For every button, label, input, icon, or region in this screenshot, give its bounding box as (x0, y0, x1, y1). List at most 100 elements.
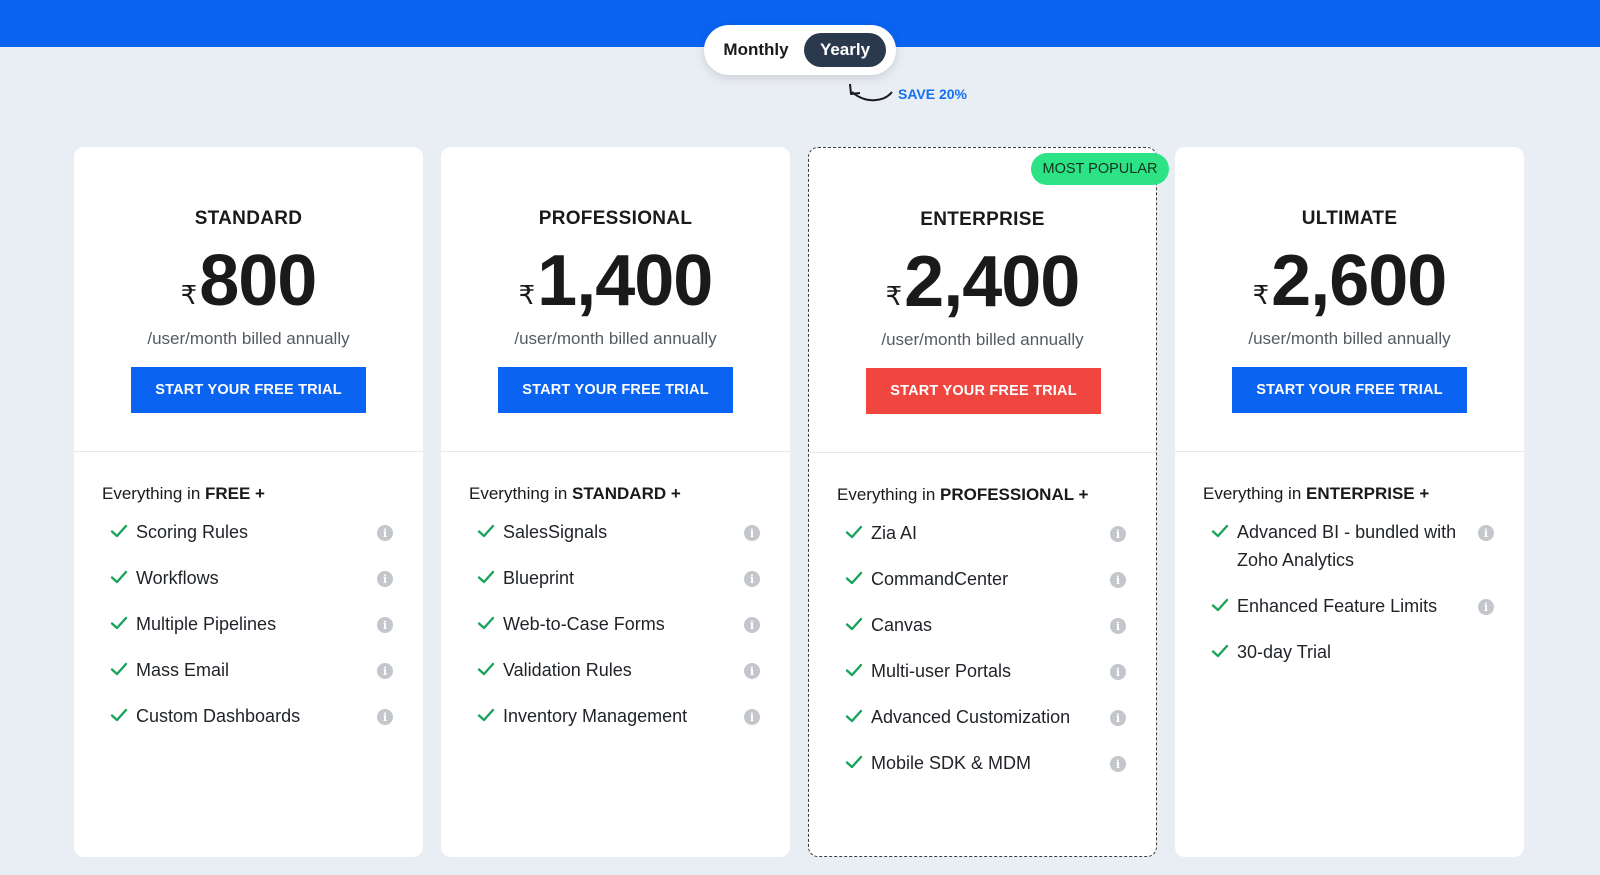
feature-label: Inventory Management (503, 706, 688, 726)
feature-list: Scoring Rules i Workflows i Multiple Pipelin… (102, 518, 395, 730)
feature-intro: Everything in STANDARD + (469, 484, 762, 504)
info-icon[interactable]: i (377, 525, 393, 541)
check-icon (477, 614, 495, 632)
feature-item: Mobile SDK & MDM i (837, 749, 1128, 777)
plan-price: 2,400 (904, 242, 1080, 322)
toggle-yearly[interactable]: Yearly (804, 33, 886, 67)
billing-note: /user/month billed annually (1248, 329, 1451, 348)
feature-item: 30-day Trial (1203, 638, 1496, 666)
feature-intro: Everything in ENTERPRISE + (1203, 484, 1496, 504)
feature-intro-prefix: Everything in (469, 484, 572, 503)
feature-label: Workflows (136, 568, 219, 588)
feature-list: Zia AI i CommandCenter i Canvas i Multi-user P… (837, 519, 1128, 777)
plan-header: STANDARD ₹ 800 /user/month billed annual… (74, 147, 423, 452)
plan-card-ultimate: ULTIMATE ₹ 2,600 /user/month billed annu… (1175, 147, 1524, 857)
plan-name: PROFESSIONAL (538, 208, 693, 229)
billing-note: /user/month billed annually (514, 329, 717, 348)
feature-intro-plan: PROFESSIONAL + (940, 485, 1089, 504)
currency-symbol: ₹ (180, 280, 198, 310)
check-icon (845, 523, 863, 541)
plan-header: ULTIMATE ₹ 2,600 /user/month billed annu… (1175, 147, 1524, 452)
billing-note: /user/month billed annually (147, 329, 350, 348)
info-icon[interactable]: i (744, 709, 760, 725)
feature-label: Multi-user Portals (871, 661, 1012, 681)
price-row: ₹ 2,400 (809, 240, 1156, 324)
start-free-trial-button[interactable]: START YOUR FREE TRIAL (498, 367, 733, 413)
price-row: ₹ 1,400 (441, 239, 790, 323)
plan-name: ENTERPRISE (920, 209, 1045, 230)
info-icon[interactable]: i (1478, 525, 1494, 541)
price-row: ₹ 2,600 (1175, 239, 1524, 323)
check-icon (110, 522, 128, 540)
feature-label: SalesSignals (503, 522, 608, 542)
feature-label: Mass Email (136, 660, 230, 680)
feature-intro-prefix: Everything in (837, 485, 940, 504)
plan-header: PROFESSIONAL ₹ 1,400 /user/month billed … (441, 147, 790, 452)
check-icon (845, 661, 863, 679)
plan-card-enterprise: ENTERPRISE ₹ 2,400 /user/month billed an… (808, 147, 1169, 857)
info-icon[interactable]: i (1110, 710, 1126, 726)
feature-label: Blueprint (503, 568, 575, 588)
info-icon[interactable]: i (744, 525, 760, 541)
feature-section: Everything in PROFESSIONAL + Zia AI i Comm… (809, 453, 1156, 777)
plan-price: 2,600 (1271, 241, 1447, 321)
feature-item: Canvas i (837, 611, 1128, 639)
most-popular-badge: MOST POPULAR (1031, 153, 1169, 185)
check-icon (845, 707, 863, 725)
info-icon[interactable]: i (377, 571, 393, 587)
info-icon[interactable]: i (744, 571, 760, 587)
feature-label: Zia AI (871, 523, 918, 543)
feature-section: Everything in FREE + Scoring Rules i Workf… (74, 452, 423, 730)
check-icon (1211, 596, 1229, 614)
info-icon[interactable]: i (744, 617, 760, 633)
check-icon (477, 660, 495, 678)
start-free-trial-button[interactable]: START YOUR FREE TRIAL (1232, 367, 1467, 413)
feature-intro-prefix: Everything in (102, 484, 205, 503)
plan-name: ULTIMATE (1301, 208, 1398, 229)
feature-intro-plan: FREE + (205, 484, 265, 503)
info-icon[interactable]: i (1110, 572, 1126, 588)
plan-header: ENTERPRISE ₹ 2,400 /user/month billed an… (809, 148, 1156, 453)
plan-card-standard: STANDARD ₹ 800 /user/month billed annual… (74, 147, 423, 857)
feature-item: Enhanced Feature Limits i (1203, 592, 1496, 620)
feature-item: Advanced BI - bundled with Zoho Analytic… (1203, 518, 1496, 574)
feature-section: Everything in ENTERPRISE + Advanced BI -… (1175, 452, 1524, 666)
info-icon[interactable]: i (377, 663, 393, 679)
plan-name: STANDARD (194, 208, 303, 229)
info-icon[interactable]: i (1478, 599, 1494, 615)
feature-item: Inventory Management i (469, 702, 762, 730)
currency-symbol: ₹ (518, 280, 536, 310)
price-row: ₹ 800 (74, 239, 423, 323)
toggle-monthly[interactable]: Monthly (710, 33, 802, 67)
start-free-trial-button[interactable]: START YOUR FREE TRIAL (131, 367, 366, 413)
feature-item: Custom Dashboards i (102, 702, 395, 730)
feature-item: Multiple Pipelines i (102, 610, 395, 638)
check-icon (1211, 522, 1229, 540)
feature-label: Advanced Customization (871, 707, 1071, 727)
check-icon (845, 569, 863, 587)
info-icon[interactable]: i (744, 663, 760, 679)
start-free-trial-button[interactable]: START YOUR FREE TRIAL (866, 368, 1101, 414)
feature-list: SalesSignals i Blueprint i Web-to-Case Forms… (469, 518, 762, 730)
info-icon[interactable]: i (1110, 664, 1126, 680)
feature-label: Mobile SDK & MDM (871, 753, 1032, 773)
info-icon[interactable]: i (1110, 756, 1126, 772)
feature-label: Enhanced Feature Limits (1237, 596, 1438, 616)
info-icon[interactable]: i (377, 617, 393, 633)
check-icon (110, 614, 128, 632)
check-icon (845, 753, 863, 771)
billing-note: /user/month billed annually (881, 330, 1084, 349)
check-icon (845, 615, 863, 633)
save-callout: SAVE 20% (844, 80, 967, 106)
info-icon[interactable]: i (377, 709, 393, 725)
info-icon[interactable]: i (1110, 526, 1126, 542)
billing-toggle[interactable]: Monthly Yearly (704, 25, 896, 75)
feature-list: Advanced BI - bundled with Zoho Analytic… (1203, 518, 1496, 666)
plan-price: 800 (199, 241, 317, 321)
feature-intro-plan: ENTERPRISE + (1306, 484, 1430, 503)
check-icon (477, 706, 495, 724)
info-icon[interactable]: i (1110, 618, 1126, 634)
feature-item: Multi-user Portals i (837, 657, 1128, 685)
feature-label: Scoring Rules (136, 522, 249, 542)
feature-label: Canvas (871, 615, 933, 635)
